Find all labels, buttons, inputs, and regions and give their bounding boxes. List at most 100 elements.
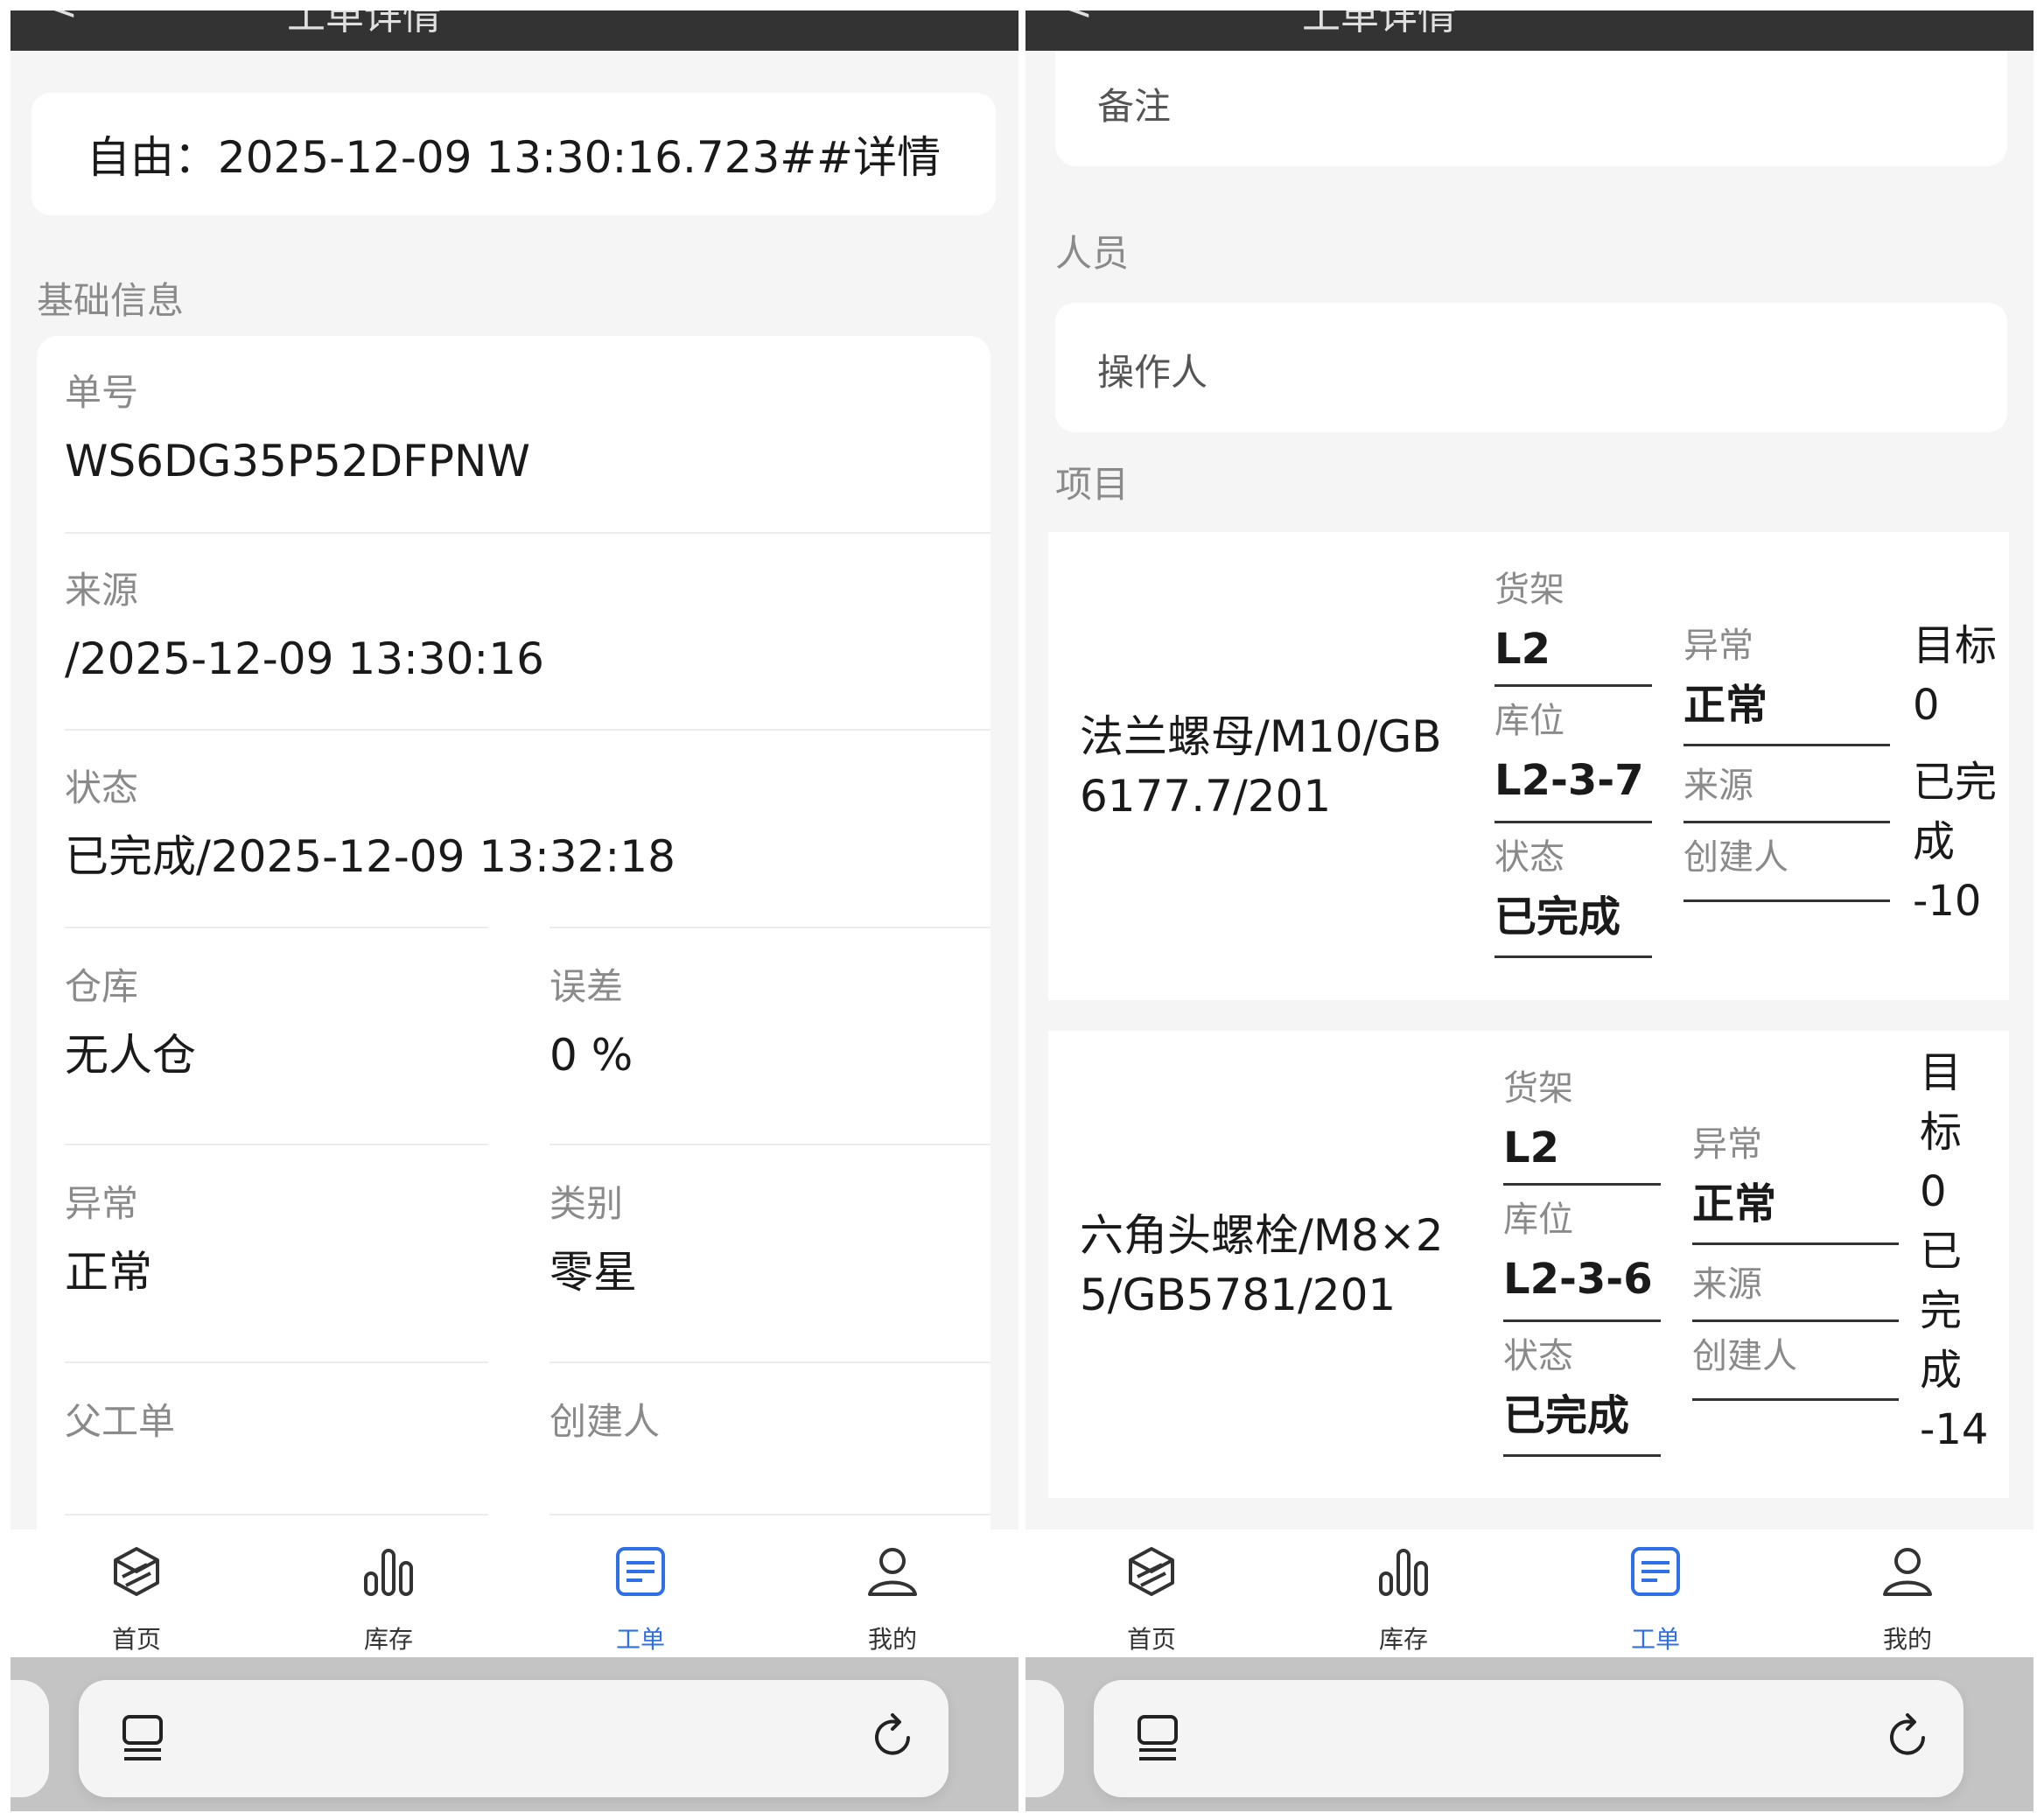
underline [1503, 1454, 1661, 1457]
target-line: 成 [1913, 817, 1956, 866]
document-icon [616, 1547, 665, 1596]
tab-home[interactable]: 首页 [1026, 1530, 1278, 1657]
operator-label: 操作人 [1097, 351, 1208, 394]
header-title: 工单详情 [1302, 10, 1456, 38]
divider [550, 927, 990, 928]
target-line: -14 [1920, 1405, 1989, 1454]
field-label: 父工单 [65, 1400, 176, 1443]
tab-label: 首页 [1126, 1625, 1176, 1654]
tab-label: 我的 [1882, 1625, 1932, 1654]
tab-inventory[interactable]: 库存 [1278, 1530, 1530, 1657]
cell-value: L2 [1494, 625, 1550, 674]
underline [1494, 684, 1652, 687]
remark-label: 备注 [1097, 85, 1172, 128]
target-line: 目 [1920, 1048, 1963, 1097]
remark-card: 备注 [1055, 51, 2007, 166]
field-value: 零星 [550, 1247, 637, 1298]
tab-label: 库存 [363, 1625, 413, 1654]
item-target-progress: 目 标 0 已 完 成 -14 [1920, 1043, 1988, 1460]
tab-mine[interactable]: 我的 [766, 1530, 1018, 1657]
underline [1684, 821, 1890, 823]
cell-label: 状态 [1503, 1336, 1573, 1376]
tab-workorder[interactable]: 工单 [1530, 1530, 1782, 1657]
underline [1692, 1242, 1899, 1245]
section-label-items: 项目 [1055, 463, 1130, 506]
item-exception: 异常 正常 [1692, 1127, 1776, 1225]
tab-label: 库存 [1378, 1625, 1428, 1654]
cell-label: 库位 [1494, 701, 1564, 741]
underline [1494, 821, 1652, 823]
left-screen: < 工单详情 自由：2025-12-09 13:30:16.723##详情 基础… [10, 10, 1018, 1811]
field-value: 0 % [550, 1030, 634, 1081]
bottom-tabbar: 首页 库存 工单 我的 [10, 1530, 1018, 1657]
tabs-icon[interactable] [119, 1712, 168, 1764]
list-item[interactable]: 法兰螺母/M10/GB 6177.7/201 货架 L2 库位 L2-3-7 状… [1048, 532, 2009, 1000]
header-title: 工单详情 [287, 10, 441, 38]
nav-header: < 工单详情 [1026, 10, 2034, 51]
cell-label: 来源 [1684, 766, 1754, 806]
item-status: 状态 已完成 [1494, 840, 1620, 938]
divider [65, 729, 990, 731]
divider [65, 532, 990, 534]
divider [550, 1362, 990, 1363]
cell-label: 货架 [1503, 1068, 1573, 1109]
tab-home[interactable]: 首页 [10, 1530, 262, 1657]
browser-toolbar [10, 1657, 1018, 1811]
underline [1503, 1320, 1661, 1322]
field-error: 误差 0 % [550, 965, 634, 1081]
underline [1692, 1320, 1899, 1322]
tab-workorder[interactable]: 工单 [514, 1530, 766, 1657]
cell-label: 货架 [1494, 570, 1564, 610]
target-line: 0 [1920, 1167, 1947, 1216]
tab-label: 工单 [1630, 1625, 1680, 1654]
bottom-tabbar: 首页 库存 工单 我的 [1026, 1530, 2034, 1657]
item-location: 库位 L2-3-6 [1503, 1202, 1653, 1300]
tab-mine[interactable]: 我的 [1782, 1530, 2034, 1657]
target-line: -10 [1913, 877, 1982, 926]
previous-tab-stub[interactable] [10, 1680, 49, 1797]
tab-inventory[interactable]: 库存 [262, 1530, 514, 1657]
basic-info-card: 单号 WS6DG35P52DFPNW 来源 /2025-12-09 13:30:… [37, 336, 990, 1530]
previous-tab-stub[interactable] [1026, 1680, 1064, 1797]
home-cube-icon [114, 1547, 159, 1596]
cell-value: 已完成 [1503, 1391, 1630, 1440]
field-value: 已完成/2025-12-09 13:32:18 [65, 831, 676, 882]
document-icon [1631, 1547, 1680, 1596]
field-value: 正常 [65, 1247, 152, 1298]
home-cube-icon [1129, 1547, 1174, 1596]
back-button[interactable]: < [1060, 10, 1093, 29]
divider [65, 1144, 488, 1145]
back-button[interactable]: < [46, 10, 78, 29]
field-label: 异常 [65, 1182, 139, 1225]
address-bar[interactable] [79, 1680, 948, 1797]
cell-label: 状态 [1494, 837, 1564, 878]
title-card: 自由：2025-12-09 13:30:16.723##详情 [32, 93, 996, 215]
item-name-line: 5/GB5781/201 [1080, 1270, 1396, 1320]
item-exception: 异常 正常 [1684, 628, 1768, 726]
target-line: 标 [1920, 1108, 1963, 1157]
item-shelf: 货架 L2 [1494, 572, 1564, 670]
cell-label: 创建人 [1684, 837, 1788, 878]
underline [1503, 1183, 1661, 1186]
target-line: 0 [1913, 681, 1940, 730]
cell-label: 异常 [1692, 1124, 1762, 1165]
field-label: 来源 [65, 569, 139, 612]
field-label: 误差 [550, 965, 624, 1008]
divider [65, 927, 488, 928]
reload-icon[interactable] [1885, 1712, 1934, 1764]
reload-icon[interactable] [870, 1712, 919, 1764]
field-warehouse: 仓库 无人仓 [65, 965, 196, 1081]
item-name-line: 6177.7/201 [1080, 771, 1332, 822]
right-content: 备注 人员 操作人 项目 法兰螺母/M10/GB 6177.7/201 货架 L… [1026, 51, 2034, 1530]
address-bar[interactable] [1094, 1680, 1964, 1797]
item-location: 库位 L2-3-7 [1494, 704, 1644, 802]
list-item[interactable]: 六角头螺栓/M8×2 5/GB5781/201 货架 L2 库位 L2-3-6 … [1048, 1031, 2009, 1498]
item-name: 六角头螺栓/M8×2 5/GB5781/201 [1080, 1206, 1444, 1325]
user-icon [868, 1548, 917, 1596]
field-value: 无人仓 [65, 1030, 196, 1081]
item-source: 来源 [1692, 1267, 1762, 1302]
tabs-icon[interactable] [1134, 1712, 1183, 1764]
right-screen: < 工单详情 备注 人员 操作人 项目 法兰螺母/M10/GB 6177.7/2… [1026, 10, 2034, 1811]
field-label: 仓库 [65, 965, 139, 1008]
divider [65, 1514, 488, 1516]
